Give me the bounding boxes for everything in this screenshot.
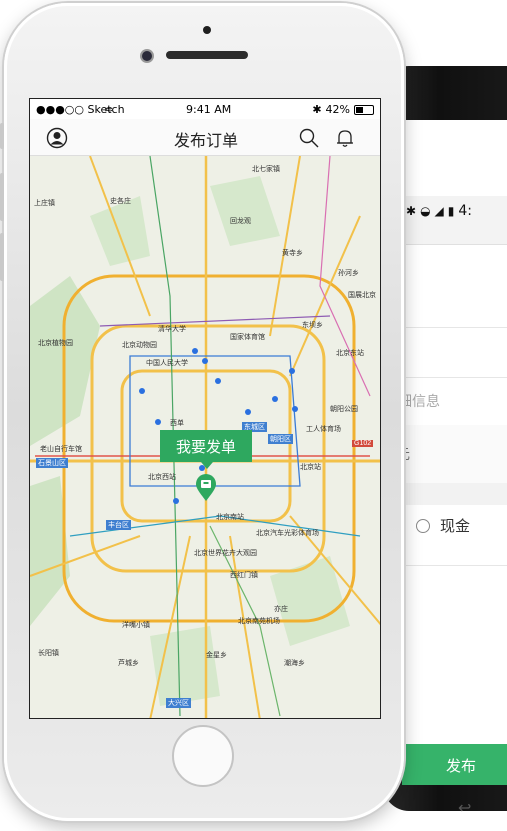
map-label: 西红门镇: [230, 572, 258, 579]
status-right: ✱ 42%: [312, 103, 374, 116]
form-field-1[interactable]: [402, 277, 507, 328]
search-icon[interactable]: [298, 127, 320, 149]
battery-icon: [354, 104, 374, 115]
map-view[interactable]: 北七家镇 上庄镇 史各庄 回龙观 黄寺乡 孙河乡 国展北京 东坝乡 清华大学 国…: [30, 156, 380, 718]
wifi-icon: ≈: [104, 103, 114, 116]
map-label: 东坝乡: [302, 322, 323, 329]
bell-icon[interactable]: [334, 127, 356, 149]
callout-label: 我要发单: [175, 438, 236, 456]
map-label: 北京世界花卉大观园: [194, 550, 257, 557]
map-label: 北京动物园: [122, 342, 157, 349]
map-label: 北七家镇: [252, 166, 280, 173]
detail-placeholder: 详细信息: [402, 393, 440, 409]
volume-up-button: [0, 173, 4, 221]
map-badge: 石景山区: [36, 458, 68, 468]
android-status-icons: ✱ ◒ ◢ ▮ 4:: [402, 198, 507, 224]
volume-down-button: [0, 233, 4, 281]
form-field-2[interactable]: [402, 327, 507, 378]
map-badge: 大兴区: [166, 698, 191, 708]
bluetooth-icon: ✱: [312, 103, 322, 116]
map-label: 北京植物园: [38, 340, 73, 347]
cash-option[interactable]: 现金: [416, 515, 470, 536]
earpiece-speaker: [166, 51, 248, 59]
radio-icon[interactable]: [416, 518, 430, 533]
cash-label: 现金: [440, 518, 471, 535]
nav-bar: 发布订单: [30, 119, 380, 156]
battery-icon: ▮: [447, 204, 455, 218]
page-title: 发布订单: [173, 133, 238, 150]
map-label: 清华大学: [158, 326, 186, 333]
back-icon[interactable]: ↩: [458, 798, 471, 818]
battery-percent: 42%: [325, 103, 350, 116]
android-time: 4:: [458, 203, 473, 219]
map-label: 中国人民大学: [146, 360, 188, 367]
home-button[interactable]: [172, 725, 234, 787]
map-label: 亦庄: [274, 606, 288, 613]
map-label: 黄寺乡: [282, 250, 303, 257]
map-badge: 丰台区: [106, 520, 131, 530]
map-badge: G102: [352, 440, 374, 447]
detail-field[interactable]: 详细信息: [402, 377, 507, 426]
create-order-callout[interactable]: 我要发单: [160, 430, 252, 469]
map-label: 西单: [170, 420, 184, 427]
map-label: 北京汽车光彩体育场: [256, 530, 319, 537]
map-label: 上庄镇: [34, 200, 55, 207]
publish-button[interactable]: 发布: [402, 744, 507, 785]
iphone-device: ●●●○○ Sketch ≈ 9:41 AM ✱ 42% 发布订单 北七家镇 上…: [0, 3, 404, 821]
map-label: 朝阳公园: [330, 406, 358, 413]
ios-status-bar: ●●●○○ Sketch ≈ 9:41 AM ✱ 42%: [30, 99, 380, 119]
map-label: 工人体育场: [306, 426, 341, 433]
front-camera: [142, 51, 152, 61]
map-label: 北京南站: [216, 514, 244, 521]
publish-label: 发布: [446, 757, 477, 775]
map-label: 回龙观: [230, 218, 251, 225]
signal-icon: ◢: [434, 204, 444, 218]
map-label: 北京南苑机场: [238, 618, 280, 625]
location-pin-icon[interactable]: [195, 474, 217, 502]
map-label: 北京站: [300, 464, 321, 471]
map-label: 芦城乡: [118, 660, 139, 667]
proximity-sensor: [203, 26, 211, 34]
map-badge: 朝阳区: [268, 434, 293, 444]
map-label: 国家体育馆: [230, 334, 265, 341]
map-label: 国展北京: [348, 292, 376, 299]
bluetooth-icon: ✱: [406, 204, 417, 218]
amount-field[interactable]: 元: [402, 425, 507, 484]
map-label: 长阳镇: [38, 650, 59, 657]
map-label: 老山自行车馆: [40, 446, 82, 453]
map-label: 史各庄: [110, 198, 131, 205]
map-label: 潮海乡: [284, 660, 305, 667]
mute-switch: [0, 123, 4, 149]
map-label: 孙河乡: [338, 270, 359, 277]
phone-screen: ●●●○○ Sketch ≈ 9:41 AM ✱ 42% 发布订单 北七家镇 上…: [29, 98, 381, 719]
map-label: 北京东站: [336, 350, 364, 357]
wifi-icon: ◒: [420, 204, 431, 218]
map-label: 北京西站: [148, 474, 176, 481]
map-label: 金星乡: [206, 652, 227, 659]
section-gap: [402, 483, 507, 505]
map-label: 洋嘴小镇: [122, 622, 150, 629]
android-screen: ✱ ◒ ◢ ▮ 4: 详细信息 元 现金 发布: [402, 120, 507, 785]
status-time: 9:41 AM: [186, 103, 232, 116]
